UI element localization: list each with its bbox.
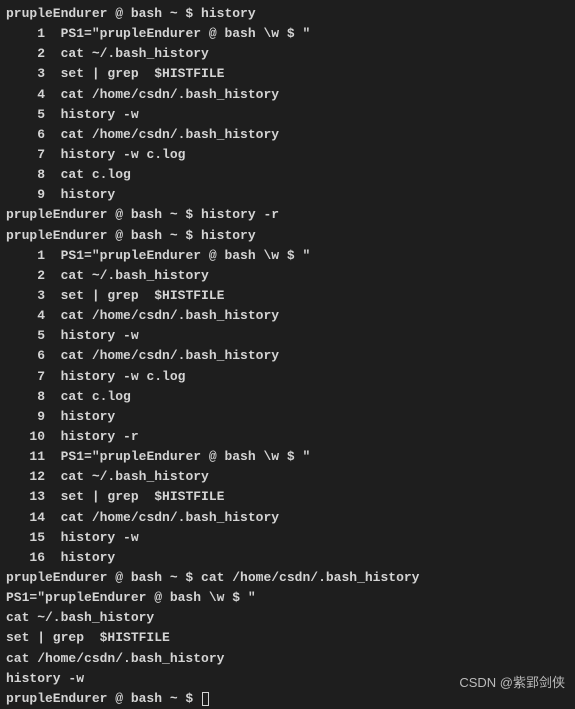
history-number: 6: [6, 127, 45, 142]
history-command: history -w c.log: [61, 147, 186, 162]
history-entry: 13 set | grep $HISTFILE: [6, 487, 569, 507]
history-number: 1: [6, 248, 45, 263]
history-command: set | grep $HISTFILE: [61, 288, 225, 303]
history-entry: 10 history -r: [6, 427, 569, 447]
output-line: set | grep $HISTFILE: [6, 628, 569, 648]
history-number: 8: [6, 389, 45, 404]
prompt: prupleEndurer @ bash ~ $: [6, 228, 201, 243]
history-entry: 6 cat /home/csdn/.bash_history: [6, 346, 569, 366]
history-command: history -w: [61, 328, 139, 343]
history-entry: 15 history -w: [6, 528, 569, 548]
history-number: 2: [6, 268, 45, 283]
history-entry: 11 PS1="prupleEndurer @ bash \w $ ": [6, 447, 569, 467]
history-number: 7: [6, 369, 45, 384]
history-number: 11: [6, 449, 45, 464]
history-number: 2: [6, 46, 45, 61]
history-entry: 16 history: [6, 548, 569, 568]
history-entry: 14 cat /home/csdn/.bash_history: [6, 508, 569, 528]
prompt: prupleEndurer @ bash ~ $: [6, 570, 201, 585]
command-text: history -r: [201, 207, 279, 222]
history-command: cat /home/csdn/.bash_history: [61, 87, 279, 102]
history-number: 3: [6, 66, 45, 81]
history-command: history -r: [61, 429, 139, 444]
history-command: cat ~/.bash_history: [61, 469, 209, 484]
history-entry: 7 history -w c.log: [6, 145, 569, 165]
history-command: history: [61, 187, 116, 202]
history-number: 9: [6, 409, 45, 424]
history-command: history -w: [61, 107, 139, 122]
prompt-line[interactable]: prupleEndurer @ bash ~ $ history: [6, 226, 569, 246]
history-command: set | grep $HISTFILE: [61, 489, 225, 504]
history-entry: 5 history -w: [6, 105, 569, 125]
history-command: cat ~/.bash_history: [61, 46, 209, 61]
history-number: 13: [6, 489, 45, 504]
history-number: 16: [6, 550, 45, 565]
command-text: history: [201, 228, 256, 243]
history-command: set | grep $HISTFILE: [61, 66, 225, 81]
history-command: PS1="prupleEndurer @ bash \w $ ": [61, 248, 311, 263]
output-line: PS1="prupleEndurer @ bash \w $ ": [6, 588, 569, 608]
history-entry: 9 history: [6, 185, 569, 205]
prompt: prupleEndurer @ bash ~ $: [6, 691, 201, 706]
history-entry: 4 cat /home/csdn/.bash_history: [6, 306, 569, 326]
history-entry: 4 cat /home/csdn/.bash_history: [6, 85, 569, 105]
prompt-line[interactable]: prupleEndurer @ bash ~ $ history: [6, 4, 569, 24]
history-command: cat c.log: [61, 389, 131, 404]
command-text: history: [201, 6, 256, 21]
prompt: prupleEndurer @ bash ~ $: [6, 6, 201, 21]
history-entry: 3 set | grep $HISTFILE: [6, 286, 569, 306]
history-command: history: [61, 409, 116, 424]
history-number: 4: [6, 87, 45, 102]
history-entry: 7 history -w c.log: [6, 367, 569, 387]
history-entry: 8 cat c.log: [6, 165, 569, 185]
history-number: 8: [6, 167, 45, 182]
history-entry: 6 cat /home/csdn/.bash_history: [6, 125, 569, 145]
history-number: 5: [6, 107, 45, 122]
history-command: history -w: [61, 530, 139, 545]
history-entry: 1 PS1="prupleEndurer @ bash \w $ ": [6, 24, 569, 44]
output-line: cat /home/csdn/.bash_history: [6, 649, 569, 669]
history-command: cat /home/csdn/.bash_history: [61, 348, 279, 363]
history-number: 5: [6, 328, 45, 343]
history-entry: 2 cat ~/.bash_history: [6, 44, 569, 64]
terminal-output[interactable]: prupleEndurer @ bash ~ $ history 1 PS1="…: [6, 4, 569, 709]
history-entry: 8 cat c.log: [6, 387, 569, 407]
history-command: cat c.log: [61, 167, 131, 182]
history-entry: 5 history -w: [6, 326, 569, 346]
history-command: cat /home/csdn/.bash_history: [61, 127, 279, 142]
history-number: 9: [6, 187, 45, 202]
history-number: 7: [6, 147, 45, 162]
history-number: 6: [6, 348, 45, 363]
history-command: history: [61, 550, 116, 565]
history-command: PS1="prupleEndurer @ bash \w $ ": [61, 26, 311, 41]
history-command: PS1="prupleEndurer @ bash \w $ ": [61, 449, 311, 464]
history-entry: 9 history: [6, 407, 569, 427]
history-command: cat ~/.bash_history: [61, 268, 209, 283]
prompt-line[interactable]: prupleEndurer @ bash ~ $ cat /home/csdn/…: [6, 568, 569, 588]
history-entry: 3 set | grep $HISTFILE: [6, 64, 569, 84]
history-entry: 1 PS1="prupleEndurer @ bash \w $ ": [6, 246, 569, 266]
command-text: cat /home/csdn/.bash_history: [201, 570, 419, 585]
output-line: cat ~/.bash_history: [6, 608, 569, 628]
history-number: 12: [6, 469, 45, 484]
history-number: 3: [6, 288, 45, 303]
history-entry: 2 cat ~/.bash_history: [6, 266, 569, 286]
history-number: 4: [6, 308, 45, 323]
history-entry: 12 cat ~/.bash_history: [6, 467, 569, 487]
history-number: 15: [6, 530, 45, 545]
history-number: 1: [6, 26, 45, 41]
history-command: cat /home/csdn/.bash_history: [61, 510, 279, 525]
history-number: 14: [6, 510, 45, 525]
history-command: cat /home/csdn/.bash_history: [61, 308, 279, 323]
prompt-line[interactable]: prupleEndurer @ bash ~ $ history -r: [6, 205, 569, 225]
history-number: 10: [6, 429, 45, 444]
watermark: CSDN @紫郢剑侠: [459, 673, 565, 693]
history-command: history -w c.log: [61, 369, 186, 384]
prompt: prupleEndurer @ bash ~ $: [6, 207, 201, 222]
